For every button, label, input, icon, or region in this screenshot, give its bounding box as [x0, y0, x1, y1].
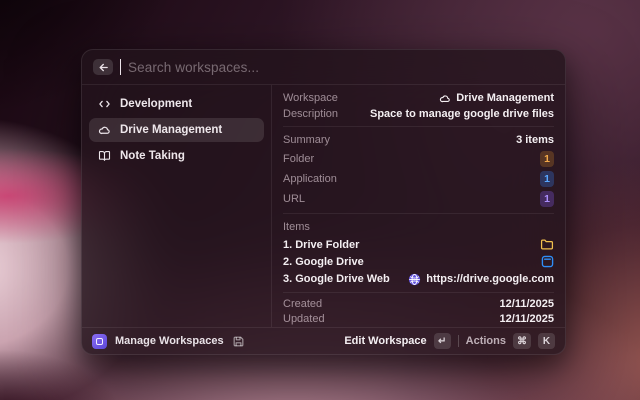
detail-row-description: Description Space to manage google drive…: [283, 106, 554, 122]
count-badge: 1: [540, 151, 554, 167]
section-header: Items: [283, 221, 310, 233]
section-header: Summary: [283, 134, 330, 146]
workspace-list: Development Drive Management: [82, 85, 272, 327]
detail-value: Drive Management: [439, 92, 554, 104]
count-row-folder: Folder 1: [283, 149, 554, 169]
enter-key-badge: ↵: [434, 333, 451, 349]
detail-label: Workspace: [283, 92, 338, 104]
search-input[interactable]: Search workspaces...: [128, 60, 259, 75]
workspace-name: Drive Management: [456, 92, 554, 104]
summary-count: 3 items: [516, 134, 554, 146]
footer-app-label: Manage Workspaces: [115, 335, 224, 347]
url-text: https://drive.google.com: [426, 273, 554, 285]
item-label: 3. Google Drive Web: [283, 273, 390, 285]
back-button[interactable]: [93, 59, 113, 75]
list-item-drive-management[interactable]: Drive Management: [89, 118, 264, 142]
cmd-key-badge: ⌘: [513, 333, 531, 349]
count-row-application: Application 1: [283, 169, 554, 189]
item-url: https://drive.google.com: [408, 273, 554, 286]
list-item-label: Note Taking: [120, 150, 185, 162]
items-header-row: Items: [283, 218, 554, 236]
k-key-badge: K: [538, 333, 555, 349]
divider: [283, 126, 554, 127]
actions-button[interactable]: Actions: [466, 335, 506, 347]
cloud-icon: [439, 93, 451, 104]
divider: [283, 213, 554, 214]
code-icon: [98, 98, 111, 110]
detail-label: Updated: [283, 313, 325, 325]
app-window-icon: [541, 255, 554, 268]
count-label: Application: [283, 173, 337, 185]
detail-value: Space to manage google drive files: [370, 108, 554, 120]
text-caret: [120, 59, 121, 75]
footer-right: Edit Workspace ↵ Actions ⌘ K: [344, 333, 555, 349]
list-item-label: Drive Management: [120, 124, 222, 136]
arrow-left-icon: [98, 62, 109, 73]
detail-row-updated: Updated 12/11/2025: [283, 312, 554, 327]
divider: [283, 292, 554, 293]
item-label: 2. Google Drive: [283, 256, 364, 268]
footer-left: Manage Workspaces: [92, 334, 245, 349]
summary-header-row: Summary 3 items: [283, 131, 554, 149]
footer-bar: Manage Workspaces Edit Workspace ↵ Actio…: [82, 327, 565, 354]
workspace-search-window: Search workspaces... Development: [81, 49, 566, 355]
save-icon: [232, 335, 245, 348]
main-content: Development Drive Management: [82, 85, 565, 327]
book-open-icon: [98, 150, 111, 162]
detail-row-created: Created 12/11/2025: [283, 297, 554, 312]
detail-row-workspace: Workspace Drive Management: [283, 90, 554, 106]
footer-separator: [458, 335, 459, 347]
folder-icon: [540, 238, 554, 251]
list-item-label: Development: [120, 98, 192, 110]
item-row-google-drive: 2. Google Drive: [283, 253, 554, 270]
item-row-drive-folder: 1. Drive Folder: [283, 236, 554, 253]
edit-workspace-button[interactable]: Edit Workspace: [344, 335, 426, 347]
count-label: Folder: [283, 153, 314, 165]
screen: Search workspaces... Development: [0, 0, 640, 400]
item-row-google-drive-web: 3. Google Drive Web: [283, 270, 554, 287]
search-bar: Search workspaces...: [82, 50, 565, 85]
detail-value: 12/11/2025: [500, 298, 554, 310]
globe-icon: [408, 273, 421, 286]
cloud-icon: [98, 124, 111, 136]
workspaces-app-icon: [92, 334, 107, 349]
count-badge: 1: [540, 171, 554, 187]
list-item-development[interactable]: Development: [89, 92, 264, 116]
workspace-details: Workspace Drive Management Description S…: [272, 85, 565, 327]
detail-value: 12/11/2025: [500, 313, 554, 325]
detail-label: Description: [283, 108, 338, 120]
count-badge: 1: [540, 191, 554, 207]
count-label: URL: [283, 193, 305, 205]
count-row-url: URL 1: [283, 189, 554, 209]
list-item-note-taking[interactable]: Note Taking: [89, 144, 264, 168]
item-label: 1. Drive Folder: [283, 239, 359, 251]
detail-label: Created: [283, 298, 322, 310]
